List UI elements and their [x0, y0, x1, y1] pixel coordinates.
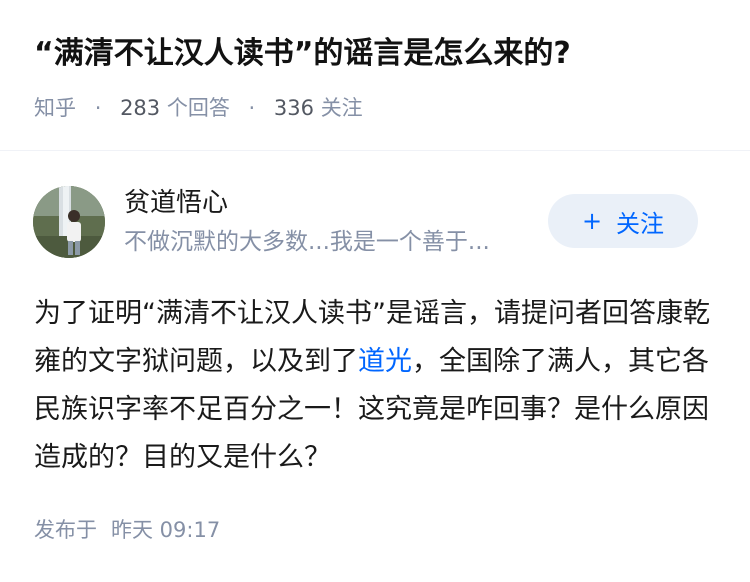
header-divider	[0, 150, 750, 151]
publish-label: 发布于	[34, 518, 97, 542]
follow-count: 336	[273, 96, 314, 120]
topic-link-daoguang[interactable]: 道光	[358, 346, 412, 377]
answer-count: 283	[120, 96, 161, 120]
publish-info: 发布于 昨天 09:17	[34, 514, 220, 546]
author-bio: 不做沉默的大多数...我是一个善于...	[124, 229, 490, 255]
question-meta: 知乎 · 283 个回答 · 336 关注	[34, 92, 363, 124]
follow-count-label: 关注	[320, 96, 363, 120]
avatar[interactable]	[33, 186, 105, 258]
author-name[interactable]: 贫道悟心	[124, 184, 228, 222]
meta-separator: ·	[248, 96, 256, 120]
follow-button[interactable]: + 关注	[548, 194, 698, 248]
plus-icon: +	[581, 207, 603, 235]
meta-separator: ·	[94, 96, 102, 120]
source-label[interactable]: 知乎	[34, 96, 76, 120]
answer-count-label: 个回答	[166, 96, 230, 120]
question-header: “满清不让汉人读书”的谣言是怎么来的? 知乎 · 283 个回答 · 336 关…	[0, 0, 750, 150]
follow-button-label: 关注	[616, 209, 665, 238]
answer-content: 为了证明“满清不让汉人读书”是谣言，请提问者回答康乾雍的文字狱问题，以及到了道光…	[34, 290, 724, 482]
publish-date: 昨天 09:17	[111, 518, 221, 542]
question-title[interactable]: “满清不让汉人读书”的谣言是怎么来的?	[34, 32, 571, 76]
avatar-photo	[33, 186, 105, 258]
